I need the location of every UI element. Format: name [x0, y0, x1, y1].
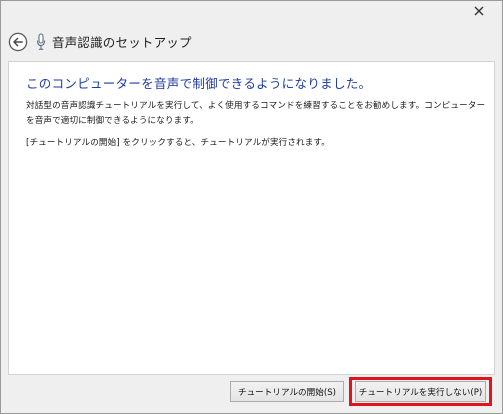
start-tutorial-button[interactable]: チュートリアルの開始(S)	[230, 381, 344, 402]
microphone-icon	[36, 33, 46, 50]
highlight-frame: チュートリアルを実行しない(P)	[349, 377, 492, 406]
back-arrow-icon[interactable]	[8, 32, 28, 52]
close-icon	[474, 6, 484, 16]
close-button[interactable]	[464, 1, 494, 21]
description-paragraph: 対話型の音声認識チュートリアルを実行して、よく使用するコマンドを練習することをお…	[26, 101, 486, 126]
skip-tutorial-button[interactable]: チュートリアルを実行しない(P)	[355, 381, 486, 402]
wizard-header: 音声認識のセットアップ	[1, 23, 502, 61]
wizard-title: 音声認識のセットアップ	[52, 35, 192, 50]
title-bar	[1, 1, 502, 23]
instruction-paragraph: [チュートリアルの開始] をクリックすると、チュートリアルが実行されます。	[26, 138, 330, 148]
speech-setup-window: 音声認識のセットアップ このコンピューターを音声で制御できるようになりました。 …	[0, 0, 503, 414]
content-panel: このコンピューターを音声で制御できるようになりました。 対話型の音声認識チュート…	[8, 61, 495, 375]
main-heading: このコンピューターを音声で制御できるようになりました。	[26, 76, 372, 91]
button-bar: チュートリアルの開始(S) チュートリアルを実行しない(P)	[8, 375, 495, 407]
